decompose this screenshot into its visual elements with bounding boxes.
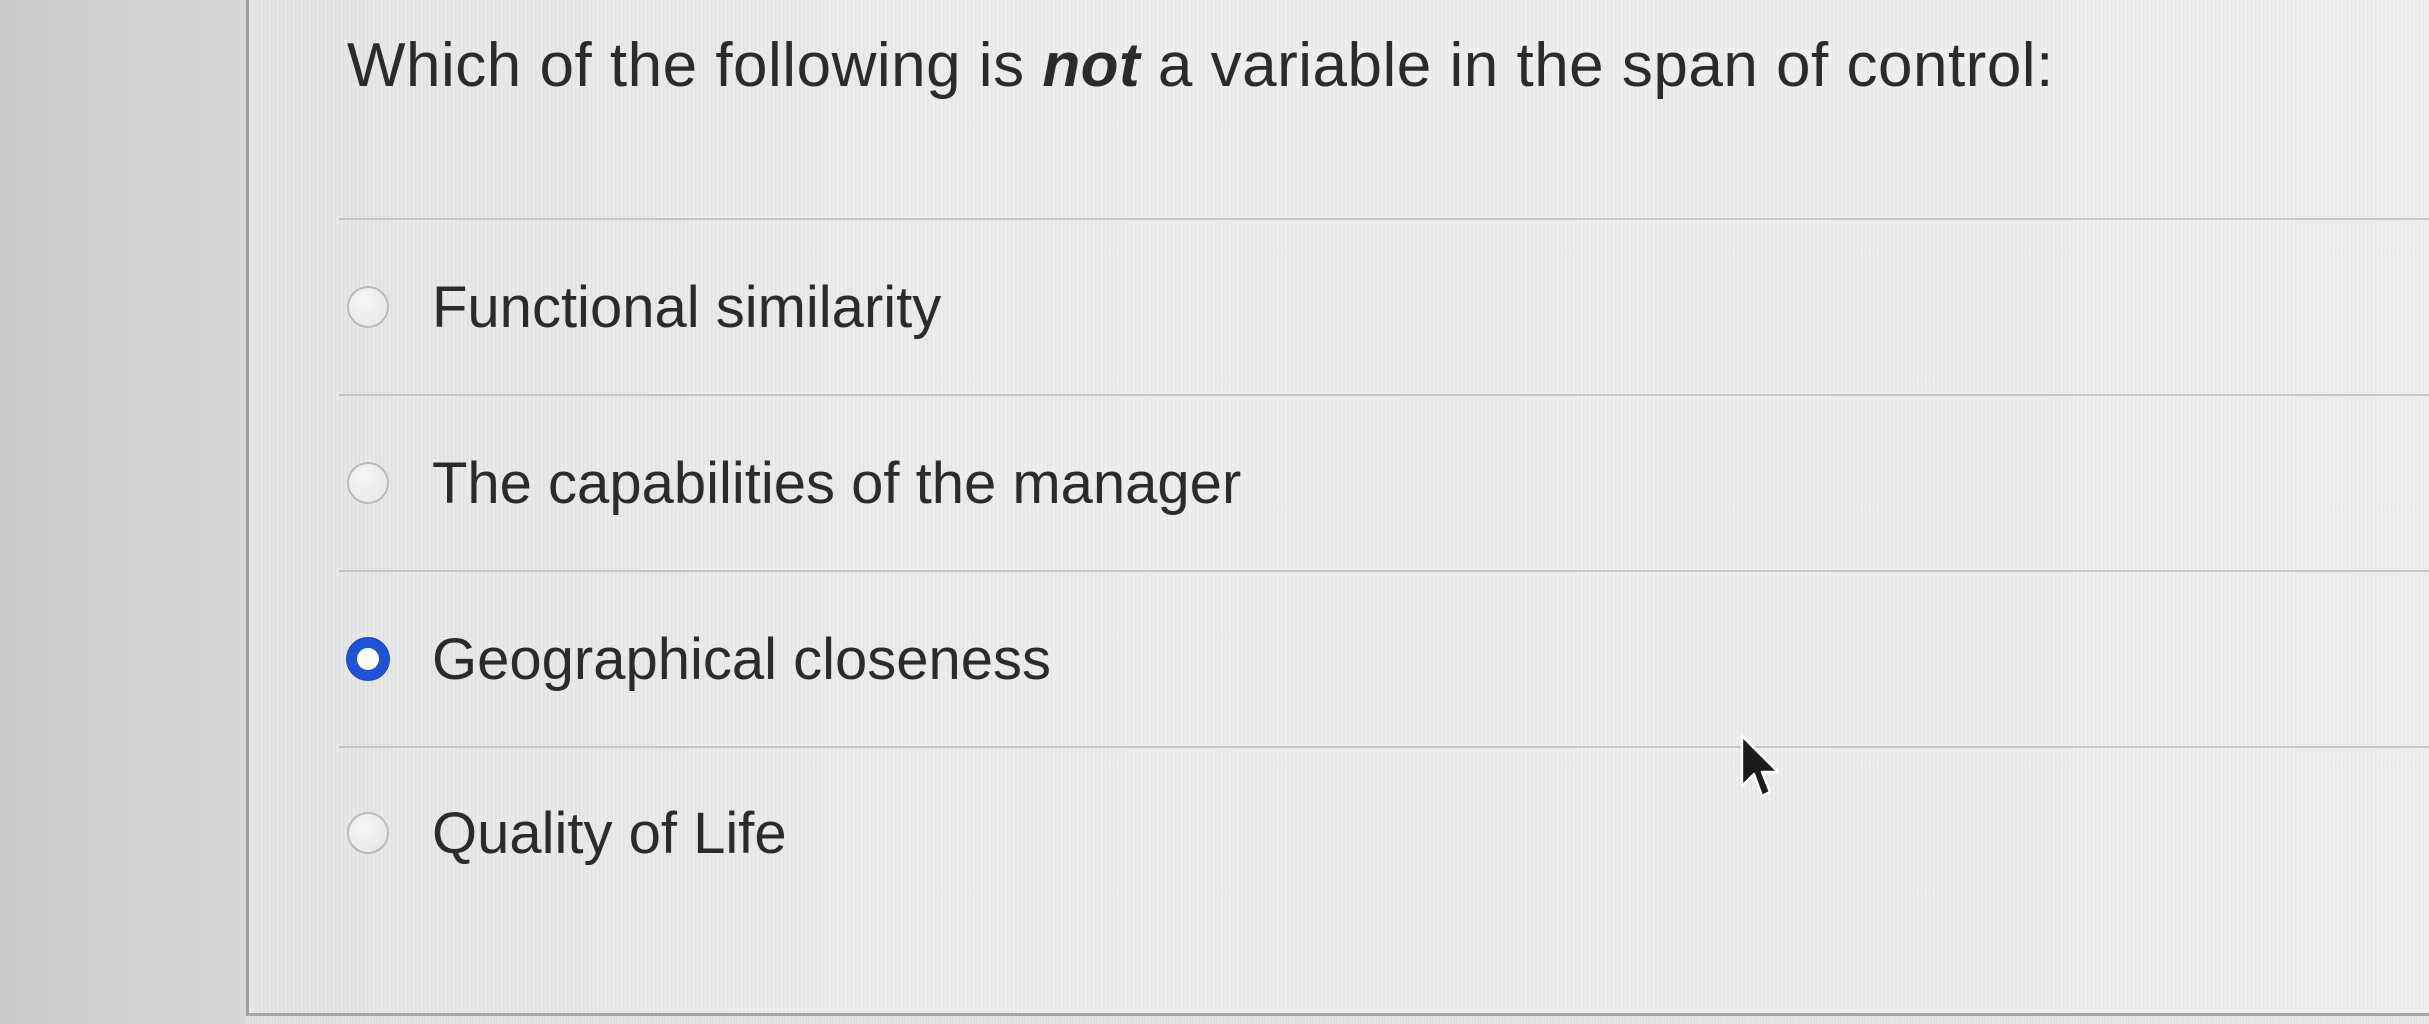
question-text: Which of the following is not a variable… xyxy=(347,30,2054,101)
question-suffix: a variable in the span of control: xyxy=(1140,31,2054,100)
answer-option-4[interactable]: Quality of Life xyxy=(347,778,2347,888)
divider xyxy=(339,570,2429,572)
radio-button[interactable] xyxy=(347,812,389,854)
divider xyxy=(339,394,2429,396)
radio-button-selected[interactable] xyxy=(347,638,389,680)
mouse-pointer-icon xyxy=(1740,734,1780,798)
question-panel: Which of the following is not a variable… xyxy=(246,0,2429,1016)
answer-option-2[interactable]: The capabilities of the manager xyxy=(347,428,2347,538)
divider xyxy=(339,218,2429,220)
answer-option-label: Quality of Life xyxy=(432,800,787,866)
radio-button[interactable] xyxy=(347,462,389,504)
answer-option-label: Geographical closeness xyxy=(432,626,1052,692)
question-emphasis: not xyxy=(1042,31,1141,100)
answer-option-label: Functional similarity xyxy=(432,274,942,340)
divider xyxy=(339,746,2429,748)
answer-option-3[interactable]: Geographical closeness xyxy=(347,604,2347,714)
answer-option-label: The capabilities of the manager xyxy=(432,450,1242,516)
answer-option-1[interactable]: Functional similarity xyxy=(347,252,2347,362)
radio-button[interactable] xyxy=(347,286,389,328)
left-gutter xyxy=(0,0,246,1024)
question-prefix: Which of the following is xyxy=(347,31,1043,100)
